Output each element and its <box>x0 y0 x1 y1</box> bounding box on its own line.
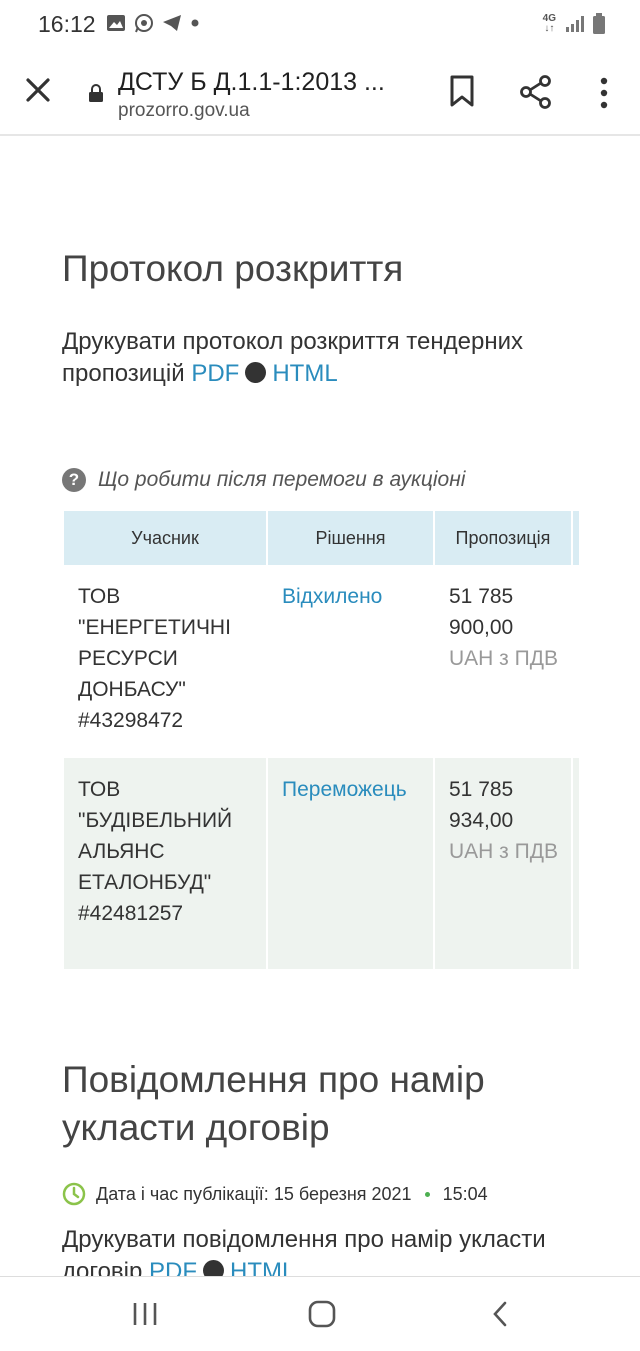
recents-icon[interactable] <box>127 1297 163 1331</box>
help-link[interactable]: ? Що робити після перемоги в аукціоні <box>62 468 465 492</box>
page-content: Протокол розкриття Друкувати протокол ро… <box>0 138 640 1276</box>
offer-cell: 51 785 934,00 UAH з ПДВ <box>435 758 571 969</box>
whatsapp-icon <box>135 14 153 33</box>
help-text[interactable]: Що робити після перемоги в аукціоні <box>98 468 465 492</box>
clock-icon <box>62 1182 86 1206</box>
status-bar: 16:12 4G ↓↑ <box>0 0 640 48</box>
participant-cell: ТОВ "БУДІВЕЛЬНИЙ АЛЬЯНС ЕТАЛОНБУД" #4248… <box>64 758 266 969</box>
green-dot <box>424 1192 430 1198</box>
system-nav-bar <box>0 1276 640 1351</box>
notice-heading: Повідомлення про намір укласти договір <box>62 1059 485 1148</box>
notice-html-link[interactable]: HTML <box>230 1258 295 1276</box>
protocol-pdf-link[interactable]: PDF <box>191 360 239 387</box>
back-icon[interactable] <box>483 1297 519 1331</box>
participant-cell: ТОВ "ЕНЕРГЕТИЧНІ РЕСУРСИ ДОНБАСУ" #43298… <box>78 585 231 732</box>
lock-icon <box>89 84 103 102</box>
publication-date: Дата і час публікації: 15 березня 2021 1… <box>62 1182 488 1206</box>
offer-amount: 51 785 934,00 <box>449 778 514 832</box>
decision-cell: Відхилено <box>268 565 433 758</box>
table-row: ТОВ "ЕНЕРГЕТИЧНІ РЕСУРСИ ДОНБАСУ" #43298… <box>64 565 579 758</box>
notice-pdf-link[interactable]: PDF <box>149 1258 197 1276</box>
protocol-heading: Протокол розкриття <box>62 248 404 289</box>
table-row: ТОВ "БУДІВЕЛЬНИЙ АЛЬЯНС ЕТАЛОНБУД" #4248… <box>64 758 579 969</box>
header-participant: Учасник <box>64 511 266 565</box>
protocol-html-link[interactable]: HTML <box>272 360 337 387</box>
share-icon[interactable] <box>518 74 554 110</box>
dot-icon <box>191 19 199 27</box>
print-notice: Друкувати повідомлення про намір укласти… <box>62 1224 582 1276</box>
print-protocol: Друкувати протокол розкриття тендерних п… <box>62 326 582 390</box>
battery-icon <box>593 13 605 34</box>
close-icon[interactable] <box>20 72 56 108</box>
bids-table: Учасник Рішення Пропозиція ТОВ "ЕНЕРГЕТИ… <box>62 511 581 969</box>
page-title[interactable]: ДСТУ Б Д.1.1-1:2013 ... <box>118 68 385 97</box>
offer-cell: 51 785 900,00 UAH з ПДВ <box>435 565 571 758</box>
status-time: 16:12 <box>38 11 96 37</box>
home-icon[interactable] <box>304 1297 340 1331</box>
pub-label: Дата і час публікації: <box>96 1183 269 1204</box>
system-icons: 4G ↓↑ <box>543 13 606 35</box>
pub-date: 15 березня 2021 <box>273 1183 412 1204</box>
separator-dot <box>203 1260 225 1276</box>
offer-currency: UAH з ПДВ <box>449 840 558 863</box>
network-type: 4G ↓↑ <box>542 13 556 34</box>
offer-amount: 51 785 900,00 <box>449 585 514 639</box>
bookmark-icon[interactable] <box>448 74 476 108</box>
browser-toolbar: ДСТУ Б Д.1.1-1:2013 ... prozorro.gov.ua <box>0 48 640 136</box>
signal-icon <box>566 16 584 32</box>
notification-icons <box>106 13 200 33</box>
header-decision: Рішення <box>268 511 433 565</box>
more-menu-icon[interactable] <box>596 76 612 110</box>
header-extra <box>573 511 579 565</box>
table-header-row: Учасник Рішення Пропозиція <box>64 511 579 565</box>
page-url[interactable]: prozorro.gov.ua <box>118 100 250 122</box>
print-notice-text: Друкувати повідомлення про намір укласти… <box>62 1226 546 1276</box>
decision-cell: Переможець <box>268 758 433 969</box>
decision-link[interactable]: Переможець <box>282 778 407 801</box>
telegram-icon <box>163 15 181 31</box>
decision-link[interactable]: Відхилено <box>282 585 382 608</box>
question-icon: ? <box>62 468 86 492</box>
header-offer: Пропозиція <box>435 511 571 565</box>
offer-currency: UAH з ПДВ <box>449 647 558 670</box>
separator-dot <box>245 362 267 383</box>
image-icon <box>107 15 125 31</box>
pub-time: 15:04 <box>442 1183 488 1204</box>
